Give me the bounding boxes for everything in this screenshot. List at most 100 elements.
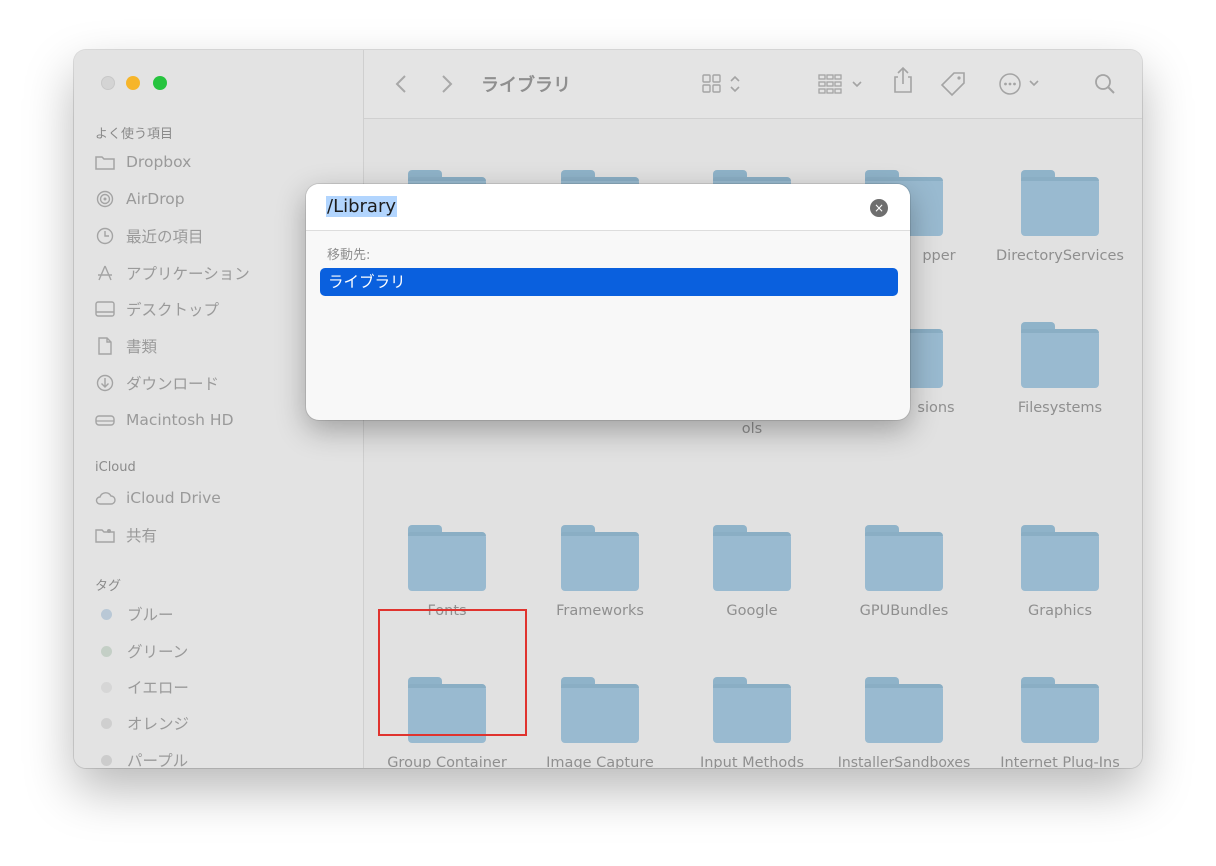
window-title: ライブラリ bbox=[481, 75, 571, 96]
folder-label: ols bbox=[741, 421, 763, 437]
folder-label: Filesystems bbox=[1017, 400, 1103, 416]
sidebar-item-label: グリーン bbox=[127, 643, 189, 661]
sidebar-item-downloads[interactable]: ダウンロード bbox=[94, 370, 219, 396]
folder-icon bbox=[94, 153, 116, 171]
folder-icon bbox=[865, 525, 943, 591]
sidebar-item-label: iCloud Drive bbox=[126, 489, 221, 507]
folder-item[interactable]: Internet Plug-Ins bbox=[980, 677, 1140, 768]
folder-item[interactable]: Frameworks bbox=[524, 525, 676, 622]
sidebar-item-documents[interactable]: 書類 bbox=[94, 333, 157, 359]
folder-label: InstallerSandboxes bbox=[837, 755, 971, 768]
folder-icon bbox=[561, 677, 639, 743]
minimize-window-button[interactable] bbox=[126, 76, 140, 90]
sidebar-item-label: パープル bbox=[127, 752, 189, 768]
sidebar-item-label: Macintosh HD bbox=[126, 411, 234, 429]
more-options-icon bbox=[999, 73, 1039, 95]
clear-input-button[interactable]: × bbox=[870, 199, 888, 217]
folder-item[interactable]: GPUBundles bbox=[828, 525, 980, 622]
folder-label: Group Container bbox=[387, 755, 507, 768]
sidebar-item-label: デスクトップ bbox=[126, 301, 220, 319]
go-to-folder-dialog: /Library × 移動先: ライブラリ bbox=[306, 184, 910, 420]
sidebar-item-label: オレンジ bbox=[127, 715, 190, 733]
sidebar-item-label: アプリケーション bbox=[126, 265, 250, 283]
folder-icon bbox=[713, 525, 791, 591]
sidebar-item-label: イエロー bbox=[127, 679, 189, 697]
sidebar-item-tag-yellow[interactable]: イエロー bbox=[93, 674, 189, 700]
action-menu-button[interactable] bbox=[998, 70, 1044, 98]
folder-item[interactable]: DirectoryServices bbox=[980, 170, 1140, 267]
destination-label: 移動先: bbox=[327, 248, 371, 263]
sidebar-item-label: ダウンロード bbox=[126, 375, 220, 393]
back-button[interactable] bbox=[394, 70, 408, 98]
path-input-selection: /Library bbox=[326, 196, 398, 217]
sidebar-item-label: 書類 bbox=[126, 338, 158, 356]
folder-item[interactable]: Graphics bbox=[980, 525, 1140, 622]
tag-dot-icon bbox=[101, 608, 112, 620]
sidebar-item-tag-green[interactable]: グリーン bbox=[93, 638, 188, 664]
folder-label: Graphics bbox=[1027, 603, 1093, 619]
tag-icon bbox=[940, 72, 965, 97]
sidebar-item-tag-orange[interactable]: オレンジ bbox=[93, 710, 189, 736]
sidebar-item-label: ブルー bbox=[127, 606, 174, 624]
zoom-window-button[interactable] bbox=[153, 76, 167, 90]
folder-item[interactable]: Google bbox=[676, 525, 828, 622]
tag-dot-icon bbox=[101, 754, 112, 766]
folder-icon bbox=[561, 525, 639, 591]
sidebar-item-tag-blue[interactable]: ブルー bbox=[93, 601, 174, 627]
view-mode-button[interactable] bbox=[702, 70, 746, 98]
sidebar-item-label: AirDrop bbox=[126, 190, 185, 208]
path-input[interactable]: /Library bbox=[326, 196, 398, 217]
sidebar-item-dropbox[interactable]: Dropbox bbox=[94, 149, 191, 175]
sidebar-item-tag-purple[interactable]: パープル bbox=[93, 747, 188, 768]
sidebar-item-applications[interactable]: アプリケーション bbox=[94, 260, 250, 286]
sidebar-item-airdrop[interactable]: AirDrop bbox=[94, 186, 185, 212]
tags-button[interactable] bbox=[940, 70, 966, 98]
folder-icon bbox=[1021, 677, 1099, 743]
sidebar-item-recents[interactable]: 最近の項目 bbox=[94, 223, 204, 249]
chevron-left-icon bbox=[395, 75, 406, 93]
folder-label: DirectoryServices bbox=[996, 248, 1124, 264]
folder-label: Internet Plug-Ins bbox=[1000, 755, 1120, 768]
tag-dot-icon bbox=[101, 717, 112, 729]
folder-icon bbox=[408, 525, 486, 591]
highlight-box bbox=[378, 609, 527, 736]
clock-icon bbox=[94, 227, 116, 245]
tag-dot-icon bbox=[101, 645, 112, 657]
search-button[interactable] bbox=[1094, 70, 1116, 98]
folder-item[interactable]: Image Capture bbox=[524, 677, 676, 768]
suggestion-item[interactable]: ライブラリ bbox=[320, 268, 898, 296]
sidebar-item-shared[interactable]: 共有 bbox=[94, 522, 157, 548]
download-icon bbox=[94, 374, 116, 392]
sidebar-item-label: Dropbox bbox=[126, 153, 192, 171]
disk-icon bbox=[94, 411, 116, 429]
path-input-area: /Library × bbox=[306, 184, 910, 231]
folder-item[interactable]: InstallerSandboxes bbox=[828, 677, 980, 768]
icon-grid-view-icon bbox=[702, 74, 740, 93]
share-icon bbox=[894, 66, 912, 93]
folder-item[interactable]: Input Methods bbox=[676, 677, 828, 768]
group-by-button[interactable] bbox=[818, 70, 866, 98]
folder-icon bbox=[1021, 525, 1099, 591]
close-window-button[interactable] bbox=[101, 76, 115, 90]
sidebar-item-desktop[interactable]: デスクトップ bbox=[94, 296, 219, 322]
sidebar-section-favorites: よく使う項目 bbox=[95, 127, 174, 142]
folder-item[interactable]: Filesystems bbox=[980, 322, 1140, 419]
cloud-icon bbox=[94, 489, 116, 507]
toolbar: ライブラリ bbox=[364, 50, 1142, 119]
sidebar-item-label: 最近の項目 bbox=[126, 228, 204, 246]
sidebar-item-label: 共有 bbox=[126, 527, 158, 545]
folder-icon bbox=[1021, 170, 1099, 236]
sidebar-section-tags: タグ bbox=[95, 579, 122, 594]
folder-icon bbox=[865, 677, 943, 743]
forward-button[interactable] bbox=[440, 70, 454, 98]
folder-item[interactable]: Fonts bbox=[371, 525, 523, 622]
sidebar-item-macintosh-hd[interactable]: Macintosh HD bbox=[94, 407, 234, 433]
sidebar-item-icloud-drive[interactable]: iCloud Drive bbox=[94, 485, 221, 511]
shared-folder-icon bbox=[94, 526, 116, 544]
share-button[interactable] bbox=[892, 66, 914, 94]
sidebar-section-icloud: iCloud bbox=[95, 460, 136, 475]
chevron-right-icon bbox=[442, 75, 453, 93]
folder-label: GPUBundles bbox=[859, 603, 949, 619]
document-icon bbox=[94, 337, 116, 355]
folder-label: Frameworks bbox=[556, 603, 644, 619]
